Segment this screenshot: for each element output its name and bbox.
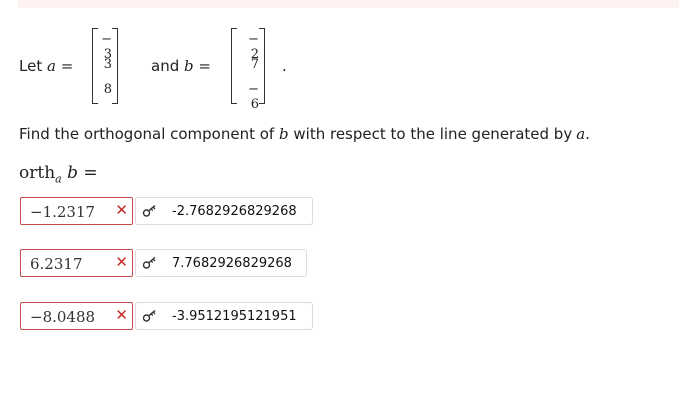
vector-a: − 3 3 8 (92, 28, 118, 104)
ortho-text: orth (19, 163, 56, 183)
correct-value-1: -2.7682926829268 (172, 204, 297, 219)
ortho-var-b: b (67, 163, 79, 183)
vector-b: − 2 7 − 6 (231, 28, 265, 112)
answer-field-3[interactable]: −8.0488 ✕ (20, 302, 133, 330)
key-icon (142, 204, 156, 217)
var-a: a (46, 57, 56, 75)
x-mark-icon: ✕ (115, 201, 128, 219)
question-end: . (585, 125, 590, 143)
correct-value-2: 7.7682926829268 (172, 256, 292, 271)
var-b: b (184, 57, 194, 75)
question-prefix: Find the orthogonal component of (19, 125, 275, 143)
correct-answer-2: 7.7682926829268 (135, 249, 307, 277)
equals-sign: = (60, 57, 74, 75)
answer-field-1[interactable]: −1.2317 ✕ (20, 197, 133, 225)
x-mark-icon: ✕ (115, 306, 128, 324)
vector-a-entry-3: 8 (103, 82, 112, 97)
question-text: Find the orthogonal component of b with … (19, 125, 590, 143)
question-var-b: b (279, 125, 289, 143)
period: . (282, 57, 287, 75)
answer-value-3: −8.0488 (30, 308, 96, 326)
problem-and-line: and b = (151, 57, 211, 75)
x-mark-icon: ✕ (115, 253, 128, 271)
problem-let-line: Let a = (19, 57, 73, 75)
correct-answer-3: -3.9512195121951 (135, 302, 313, 330)
vector-b-entry-3: − 6 (248, 82, 259, 112)
vector-b-entry-2: 7 (250, 57, 259, 72)
question-var-a: a (576, 125, 586, 143)
let-label: Let (19, 57, 43, 75)
ortho-label: ortha b = (19, 163, 98, 185)
key-icon (142, 309, 156, 322)
equals-sign: = (198, 57, 211, 75)
answer-field-2[interactable]: 6.2317 ✕ (20, 249, 133, 277)
correct-answer-1: -2.7682926829268 (135, 197, 313, 225)
answer-value-1: −1.2317 (30, 203, 96, 221)
answer-value-2: 6.2317 (30, 255, 83, 273)
vector-a-entry-2: 3 (103, 57, 112, 72)
ortho-subscript: a (55, 172, 62, 186)
correct-value-3: -3.9512195121951 (172, 309, 297, 324)
top-banner (18, 0, 679, 8)
and-label: and (151, 57, 180, 75)
ortho-equals: = (83, 163, 98, 183)
key-icon (142, 256, 156, 269)
question-mid: with respect to the line generated by (293, 125, 573, 143)
